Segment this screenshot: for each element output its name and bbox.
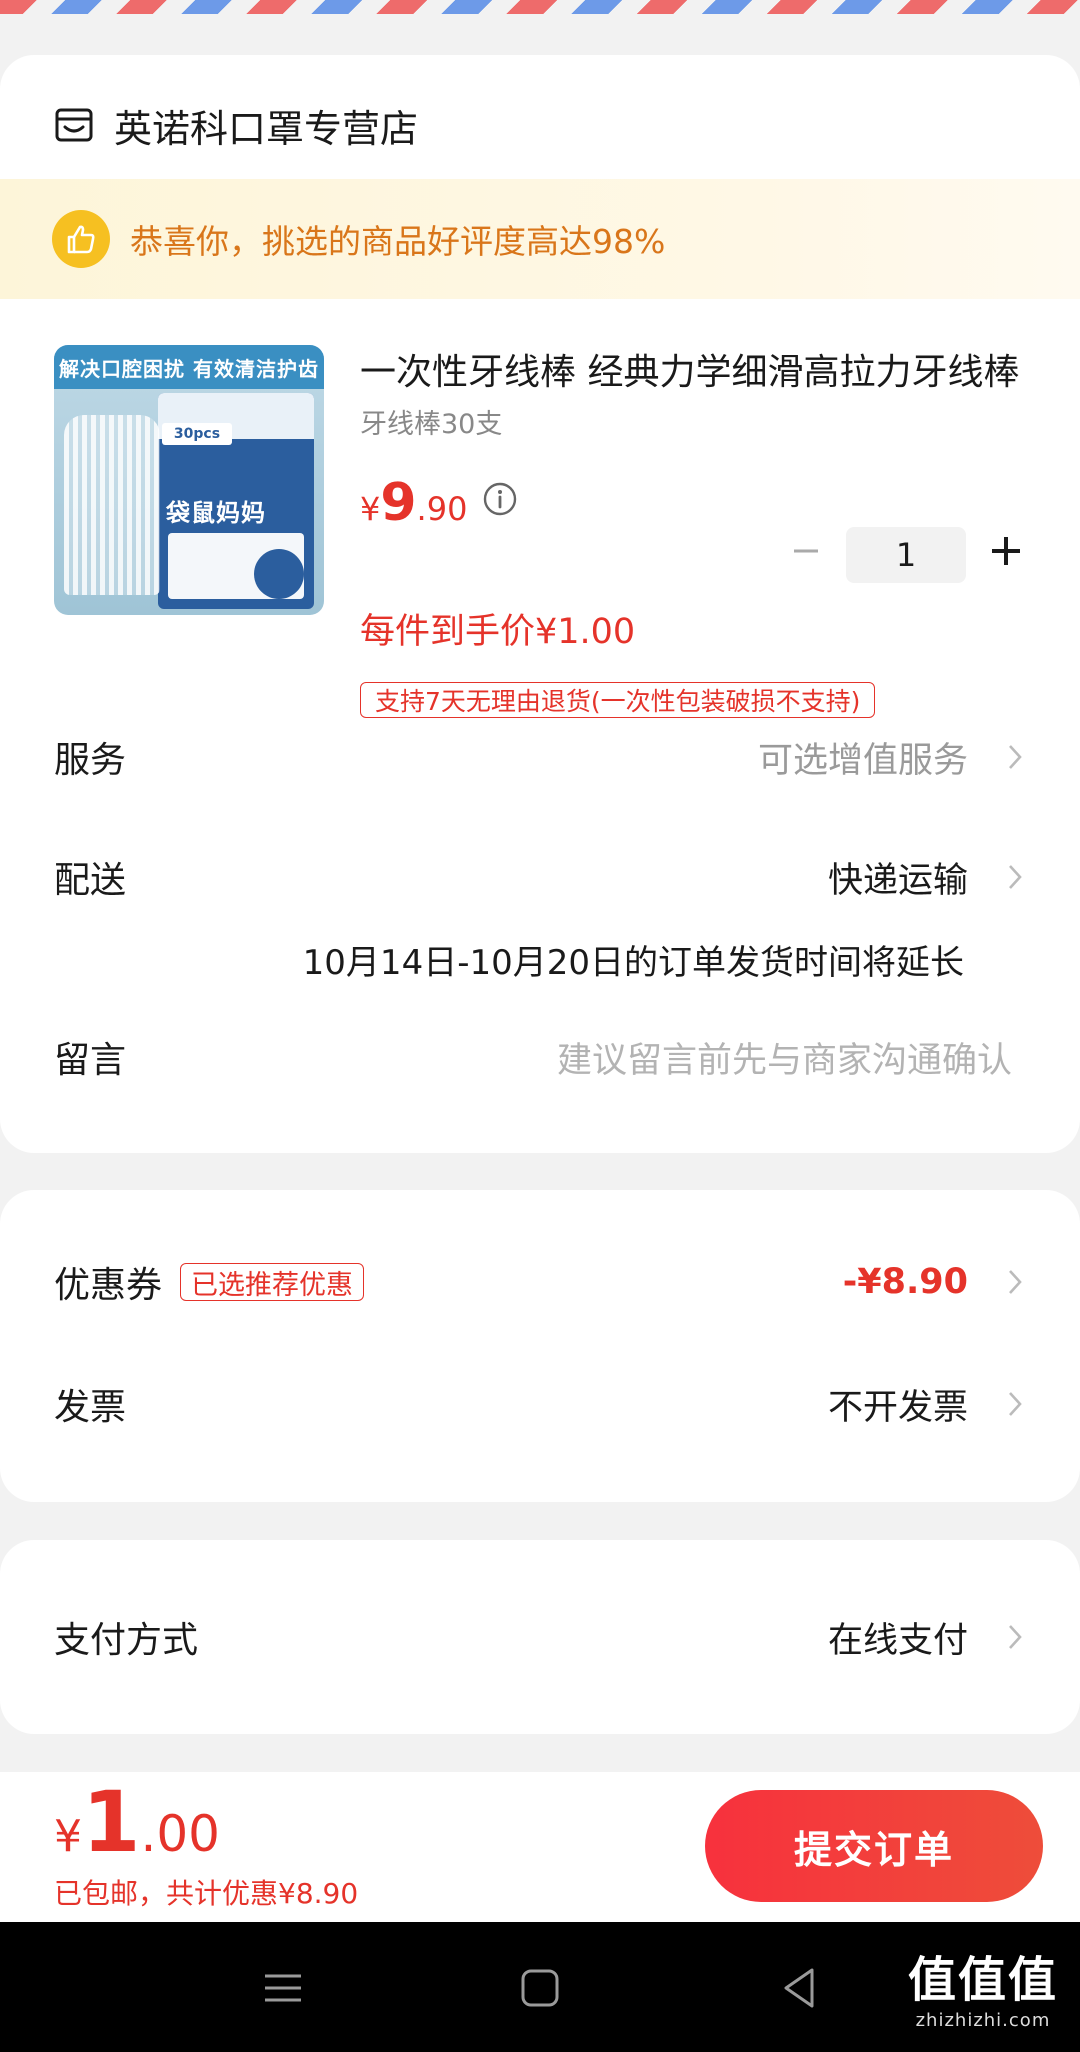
floss-sticks — [64, 415, 160, 595]
product-image-banner: 解决口腔困扰 有效清洁护齿 — [54, 345, 324, 389]
unit-price: 每件到手价¥1.00 — [360, 612, 636, 652]
chevron-right-icon — [1009, 1392, 1022, 1416]
message-row[interactable]: 留言 建议留言前先与商家沟通确认 — [54, 1027, 1026, 1087]
service-value: 可选增值服务 — [757, 740, 968, 781]
payment-value: 在线支付 — [827, 1620, 968, 1661]
delivery-row[interactable]: 配送 快递运输 — [54, 847, 1026, 907]
total-note: 已包邮，共计优惠¥8.90 — [54, 1877, 359, 1910]
price-integer: 9 — [380, 473, 417, 533]
delivery-value: 快递运输 — [827, 860, 968, 901]
watermark-text: 值值值 — [907, 1952, 1058, 2008]
service-label: 服务 — [54, 740, 127, 781]
chevron-right-icon — [1009, 1270, 1022, 1294]
praise-banner: 恭喜你，挑选的商品好评度高达98% — [0, 179, 1080, 299]
message-label: 留言 — [54, 1040, 127, 1081]
chevron-right-icon — [1009, 745, 1022, 769]
invoice-value: 不开发票 — [827, 1387, 968, 1428]
info-icon[interactable] — [482, 481, 518, 517]
airmail-border — [0, 0, 1080, 14]
watermark-url: zhizhizhi.com — [915, 2010, 1051, 2031]
quantity-decrease-button[interactable] — [788, 533, 824, 569]
payment-label: 支付方式 — [54, 1620, 199, 1661]
product-image[interactable]: 解决口腔困扰 有效清洁护齿 袋鼠妈妈 30pcs — [54, 345, 324, 615]
store-header[interactable]: 英诺科口罩专营店 — [54, 95, 418, 155]
store-icon — [55, 108, 93, 142]
product-price: ¥ 9 .90 — [360, 473, 467, 543]
coupon-label: 优惠券 — [54, 1265, 163, 1306]
total-decimal: .00 — [140, 1805, 220, 1863]
total-symbol: ¥ — [54, 1811, 82, 1862]
payment-card: 支付方式 在线支付 — [0, 1540, 1080, 1734]
store-name: 英诺科口罩专营店 — [114, 106, 419, 151]
coupon-tag: 已选推荐优惠 — [180, 1263, 365, 1301]
product-title[interactable]: 一次性牙线棒 经典力学细滑高拉力牙线棒 — [360, 343, 1030, 395]
total-integer: 1 — [82, 1773, 141, 1871]
coupon-value: -¥8.90 — [842, 1262, 968, 1302]
invoice-label: 发票 — [54, 1387, 127, 1428]
watermark-logo: 值值值 zhizhizhi.com — [908, 1940, 1058, 2031]
praise-text: 恭喜你，挑选的商品好评度高达98% — [130, 222, 666, 261]
product-image-brand: 袋鼠妈妈 — [166, 499, 266, 527]
submit-order-button[interactable]: 提交订单 — [705, 1790, 1043, 1902]
checkout-bar: ¥ 1 .00 已包邮，共计优惠¥8.90 提交订单 — [0, 1772, 1080, 1922]
quantity-input[interactable]: 1 — [846, 527, 966, 583]
thumbs-up-icon — [52, 210, 110, 268]
chevron-right-icon — [1009, 865, 1022, 889]
payment-method-row[interactable]: 支付方式 在线支付 — [54, 1607, 1026, 1667]
order-card: 英诺科口罩专营店 恭喜你，挑选的商品好评度高达98% 解决口腔困扰 有效清洁护齿… — [0, 55, 1080, 1153]
product-image-count: 30pcs — [162, 423, 232, 445]
home-icon[interactable] — [512, 1960, 568, 2016]
discount-card: 优惠券 已选推荐优惠 -¥8.90 发票 不开发票 — [0, 1190, 1080, 1502]
return-policy-tag: 支持7天无理由退货(一次性包装破损不支持) — [360, 682, 876, 718]
system-nav-bar: 值值值 zhizhizhi.com — [0, 1922, 1080, 2052]
delivery-note: 10月14日-10月20日的订单发货时间将延长 — [302, 943, 964, 983]
chevron-right-icon — [1009, 1625, 1022, 1649]
service-row[interactable]: 服务 可选增值服务 — [54, 727, 1026, 787]
invoice-row[interactable]: 发票 不开发票 — [54, 1374, 1026, 1434]
quantity-increase-button[interactable] — [988, 533, 1024, 569]
back-icon[interactable] — [772, 1960, 828, 2016]
coupon-row[interactable]: 优惠券 已选推荐优惠 -¥8.90 — [54, 1252, 1026, 1312]
menu-icon[interactable] — [255, 1960, 311, 2016]
delivery-label: 配送 — [54, 860, 127, 901]
price-symbol: ¥ — [360, 490, 381, 528]
message-input[interactable]: 建议留言前先与商家沟通确认 — [557, 1032, 1012, 1083]
product-spec[interactable]: 牙线棒30支 — [360, 402, 502, 441]
price-decimal: .90 — [416, 490, 468, 528]
order-total: ¥ 1 .00 — [54, 1780, 220, 1864]
